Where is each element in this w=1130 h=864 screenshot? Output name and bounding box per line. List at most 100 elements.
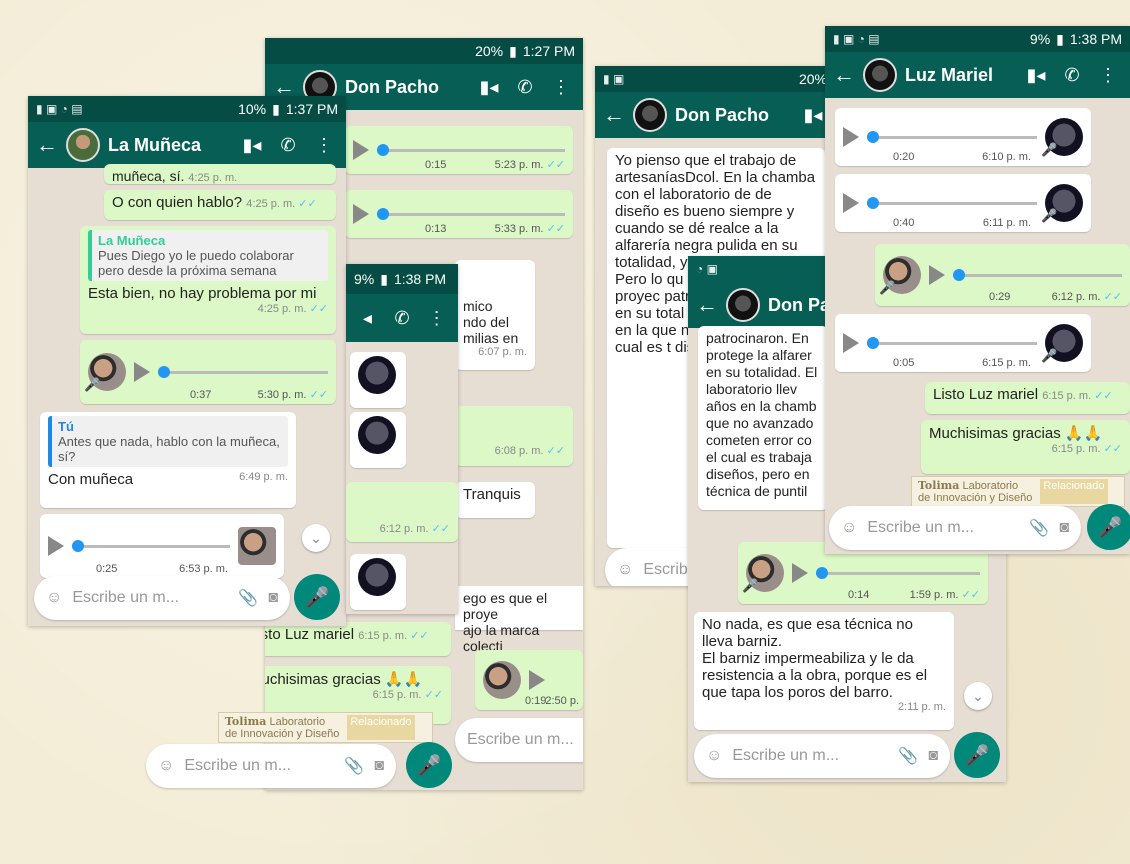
play-icon[interactable] xyxy=(792,563,808,583)
avatar xyxy=(238,527,276,565)
audio-track[interactable] xyxy=(867,196,1037,209)
voice-message[interactable]: 🎤 0:29 6:12 p. m. ✓✓ xyxy=(875,244,1130,306)
contact-name[interactable]: La Muñeca xyxy=(108,135,230,156)
camera-icon[interactable]: ◙ xyxy=(1059,519,1069,537)
camera-icon[interactable]: ◙ xyxy=(928,747,938,765)
mic-button[interactable]: 🎤 xyxy=(1087,504,1130,550)
message-input[interactable]: ☺ Escribe un m... 📎 ◙ xyxy=(34,576,290,620)
message-input[interactable]: Escribe un m...📎◙ xyxy=(455,718,583,762)
message-bubble: Tú Antes que nada, hablo con la muñeca, s… xyxy=(40,412,296,508)
phone-icon[interactable]: ✆ xyxy=(389,308,416,329)
play-icon[interactable] xyxy=(843,333,859,353)
video-call-icon[interactable]: ◂ xyxy=(354,308,381,329)
video-call-icon[interactable]: ▮◂ xyxy=(475,77,503,98)
chat-header: ← Luz Mariel ▮◂ ✆ ⋮ xyxy=(825,52,1130,98)
message-bubble: O con quien hablo? 4:25 p. m. ✓✓ xyxy=(104,190,336,220)
mic-icon: 🎤 xyxy=(1041,142,1058,157)
mic-button[interactable]: 🎤 xyxy=(406,742,452,788)
emoji-icon[interactable]: ☺ xyxy=(617,561,633,579)
message-bubble: muñeca, sí. 4:25 p. m. xyxy=(104,164,336,184)
tolima-sticker: Tolima Laboratorio de Innovación y Diseño… xyxy=(218,712,433,743)
attach-icon[interactable]: 📎 xyxy=(238,588,258,608)
message-bubble: mico ndo del milias en 6:07 p. m. xyxy=(455,260,535,370)
avatar: 🎤 xyxy=(879,256,921,295)
mic-button[interactable]: 🎤 xyxy=(294,574,340,620)
quoted-message[interactable]: Tú Antes que nada, hablo con la muñeca, s… xyxy=(48,416,288,467)
play-icon[interactable] xyxy=(134,362,150,382)
back-arrow-icon[interactable]: ← xyxy=(36,132,58,158)
avatar: 🎤 xyxy=(1041,324,1083,363)
voice-message[interactable]: 0:15 5:23 p. m. ✓✓ xyxy=(345,126,573,174)
message-input[interactable]: ☺ Escribe un m... 📎 ◙ xyxy=(829,506,1081,550)
play-icon[interactable] xyxy=(353,140,369,160)
message-bubble: Tranquis xyxy=(455,482,535,518)
message-bubble: Listo Luz mariel 6:15 p. m. ✓✓ xyxy=(265,622,451,656)
emoji-icon[interactable]: ☺ xyxy=(841,519,857,537)
quoted-message[interactable]: La Muñeca Pues Diego yo le puedo colabora… xyxy=(88,230,328,281)
play-icon[interactable] xyxy=(843,127,859,147)
message-input[interactable]: ☺ Escribe un m... 📎 ◙ xyxy=(694,734,950,778)
avatar[interactable] xyxy=(863,58,897,92)
chat-header: ← Don Pacho ▮◂ xyxy=(595,92,835,138)
audio-track[interactable] xyxy=(377,207,565,220)
menu-icon[interactable]: ⋮ xyxy=(423,308,450,329)
avatar[interactable] xyxy=(66,128,100,162)
mic-icon: 🎤 xyxy=(879,280,896,295)
phone-icon[interactable]: ✆ xyxy=(274,135,302,156)
play-icon[interactable] xyxy=(843,193,859,213)
chat-header: ← La Muñeca ▮◂ ✆ ⋮ xyxy=(28,122,346,168)
voice-message[interactable]: 🎤 0:05 6:15 p. m. xyxy=(835,314,1091,372)
avatar[interactable] xyxy=(633,98,667,132)
voice-message[interactable]: 0:19 2:50 p. xyxy=(475,650,583,710)
play-icon[interactable] xyxy=(929,265,945,285)
audio-track[interactable] xyxy=(816,566,980,579)
mic-button[interactable]: 🎤 xyxy=(954,732,1000,778)
mic-icon: 🎤 xyxy=(1041,208,1058,223)
emoji-icon[interactable]: ☺ xyxy=(46,589,62,607)
camera-icon[interactable]: ◙ xyxy=(374,757,384,775)
attach-icon[interactable]: 📎 xyxy=(344,756,364,776)
menu-icon[interactable]: ⋮ xyxy=(1094,65,1122,86)
play-icon[interactable] xyxy=(529,670,545,690)
emoji-icon[interactable]: ☺ xyxy=(158,757,174,775)
phone-icon[interactable]: ✆ xyxy=(1058,65,1086,86)
voice-message[interactable]: 🎤 0:20 6:10 p. m. xyxy=(835,108,1091,166)
message-bubble: 6:12 p. m. ✓✓ xyxy=(346,482,458,542)
contact-name[interactable]: Luz Mariel xyxy=(905,65,1014,86)
voice-message[interactable]: 0:13 5:33 p. m. ✓✓ xyxy=(345,190,573,238)
menu-icon[interactable]: ⋮ xyxy=(547,77,575,98)
audio-track[interactable] xyxy=(72,539,230,552)
audio-track[interactable] xyxy=(867,130,1037,143)
audio-track[interactable] xyxy=(158,365,328,378)
play-icon[interactable] xyxy=(48,536,64,556)
contact-name[interactable]: Don Pacho xyxy=(345,77,467,98)
audio-track[interactable] xyxy=(867,336,1037,349)
camera-icon[interactable]: ◙ xyxy=(268,589,278,607)
avatar: 🎤 xyxy=(84,353,126,392)
menu-icon[interactable]: ⋮ xyxy=(310,135,338,156)
emoji-icon[interactable]: ☺ xyxy=(706,747,722,765)
avatar[interactable] xyxy=(726,288,760,322)
attach-icon[interactable]: 📎 xyxy=(898,746,918,766)
scroll-down-button[interactable]: ⌄ xyxy=(302,524,330,552)
video-call-icon[interactable]: ▮◂ xyxy=(238,135,266,156)
back-arrow-icon[interactable]: ← xyxy=(696,292,718,318)
contact-name[interactable]: Don Pacho xyxy=(675,105,791,126)
scroll-down-button[interactable]: ⌄ xyxy=(964,682,992,710)
voice-message[interactable]: 🎤 0:37 5:30 p. m. ✓✓ xyxy=(80,340,336,404)
avatar: 🎤 xyxy=(742,554,784,593)
voice-message[interactable]: 🎤 0:40 6:11 p. m. xyxy=(835,174,1091,232)
voice-message[interactable]: 0:25 6:53 p. m. xyxy=(40,514,284,578)
back-arrow-icon[interactable]: ← xyxy=(833,62,855,88)
play-icon[interactable] xyxy=(353,204,369,224)
audio-track[interactable] xyxy=(377,143,565,156)
message-input[interactable]: ☺ Escribe un m... 📎 ◙ xyxy=(146,744,396,788)
video-call-icon[interactable]: ▮◂ xyxy=(1022,65,1050,86)
avatar: 🎤 xyxy=(1041,184,1083,223)
phone-icon[interactable]: ✆ xyxy=(511,77,539,98)
video-call-icon[interactable]: ▮◂ xyxy=(799,105,827,126)
status-bar: 9% ▮ 1:38 PM xyxy=(346,264,458,294)
back-arrow-icon[interactable]: ← xyxy=(603,102,625,128)
attach-icon[interactable]: 📎 xyxy=(1029,518,1049,538)
audio-track[interactable] xyxy=(953,268,1122,281)
